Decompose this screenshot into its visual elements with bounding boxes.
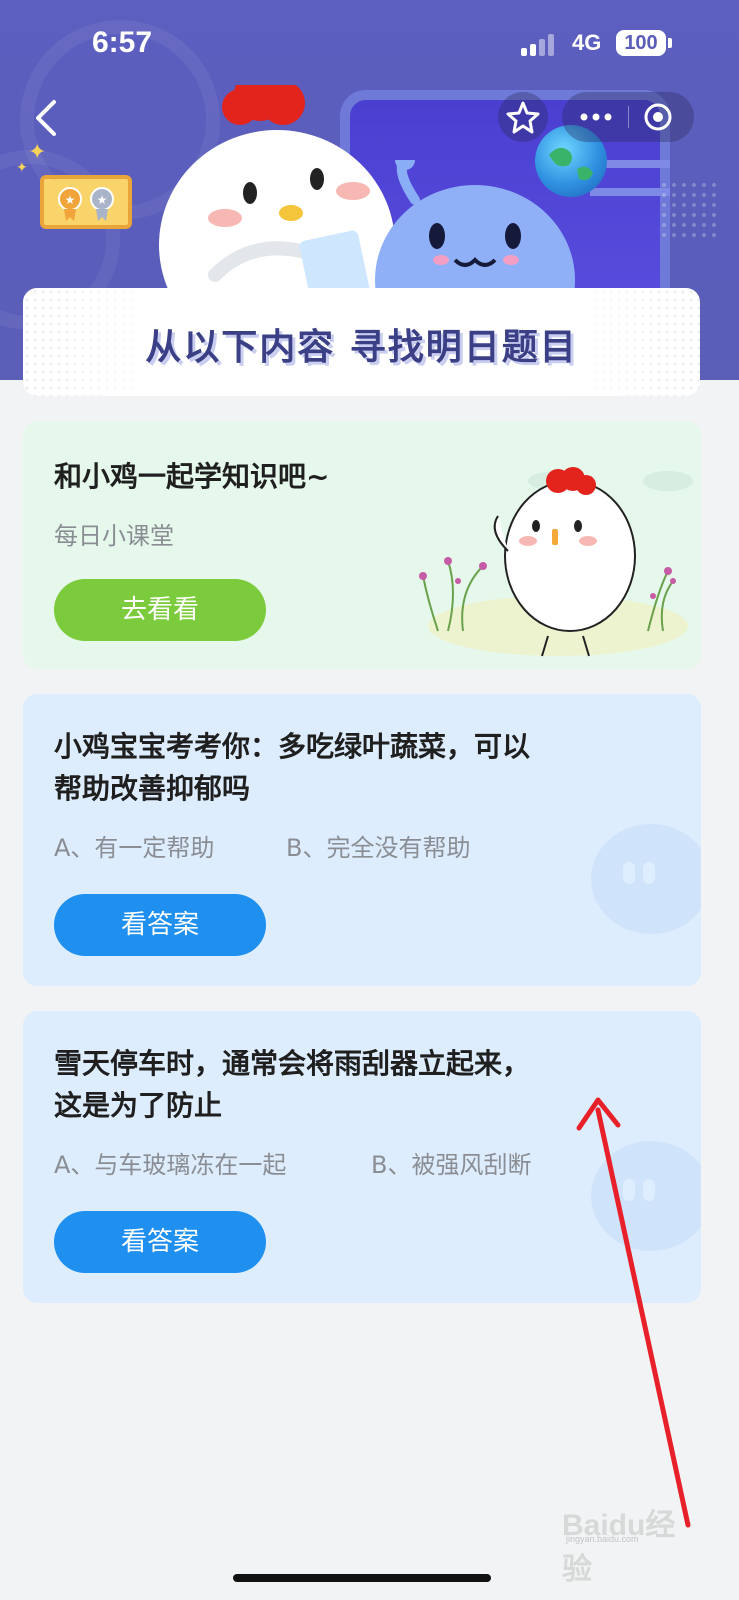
network-type: 4G (572, 30, 602, 55)
back-button[interactable] (28, 96, 64, 140)
chat-bubble-icon (591, 1141, 701, 1251)
mini-program-capsule (562, 92, 694, 142)
svg-text:★: ★ (97, 193, 108, 207)
section-banner: 从以下内容 寻找明日题目 (23, 288, 700, 396)
battery-level: 100 (616, 30, 666, 56)
baidu-watermark-logo: Baidu经验 jingyan.baidu.com (562, 1500, 692, 1586)
svg-text:★: ★ (65, 193, 76, 207)
daily-class-card[interactable]: 和小鸡一起学知识吧~ 每日小课堂 去看看 (23, 421, 701, 669)
status-bar: 6:57 4G 100 (0, 0, 739, 88)
sparkle-icon: ✦ (16, 160, 28, 176)
option-b: B、完全没有帮助 (286, 834, 471, 862)
close-circle-icon (644, 103, 672, 131)
question-text-line-2: 帮助改善抑郁吗 (54, 772, 251, 805)
option-a: A、与车玻璃冻在一起 (54, 1151, 287, 1179)
card-title: 和小鸡一起学知识吧~ (54, 460, 330, 493)
question-text-line-2: 这是为了防止 (54, 1089, 223, 1122)
banner-title: 从以下内容 寻找明日题目 (145, 327, 578, 368)
card-subtitle: 每日小课堂 (54, 522, 174, 550)
star-icon (506, 101, 540, 134)
signal-icon (521, 34, 561, 56)
go-see-button[interactable]: 去看看 (54, 579, 266, 641)
question-text-line-1: 雪天停车时，通常会将雨刮器立起来， (54, 1047, 531, 1080)
status-time: 6:57 (92, 26, 153, 59)
question-card-2: 雪天停车时，通常会将雨刮器立起来， 这是为了防止 A、与车玻璃冻在一起 B、被强… (23, 1011, 701, 1303)
more-icon (580, 113, 612, 121)
favorite-button[interactable] (498, 92, 548, 142)
view-answer-button[interactable]: 看答案 (54, 1211, 266, 1273)
home-indicator[interactable] (233, 1574, 491, 1582)
watermark-url: jingyan.baidu.com (566, 1534, 639, 1544)
back-icon (36, 100, 56, 136)
chick-waving-illustration (419, 467, 693, 657)
view-answer-button[interactable]: 看答案 (54, 894, 266, 956)
chat-bubble-icon (591, 824, 701, 934)
option-a: A、有一定帮助 (54, 834, 215, 862)
watermark-text: Baidu经验 (562, 1509, 676, 1586)
question-card-1: 小鸡宝宝考考你：多吃绿叶蔬菜，可以 帮助改善抑郁吗 A、有一定帮助 B、完全没有… (23, 694, 701, 986)
close-button[interactable] (628, 92, 694, 142)
more-button[interactable] (562, 92, 628, 142)
sparkle-icon: ✦ (28, 140, 47, 165)
medal-badge-icon[interactable]: ★ ★ (40, 148, 132, 229)
option-b: B、被强风刮断 (371, 1151, 532, 1179)
question-text-line-1: 小鸡宝宝考考你：多吃绿叶蔬菜，可以 (54, 730, 531, 763)
decor-dots (659, 180, 719, 240)
battery-icon (668, 38, 672, 48)
